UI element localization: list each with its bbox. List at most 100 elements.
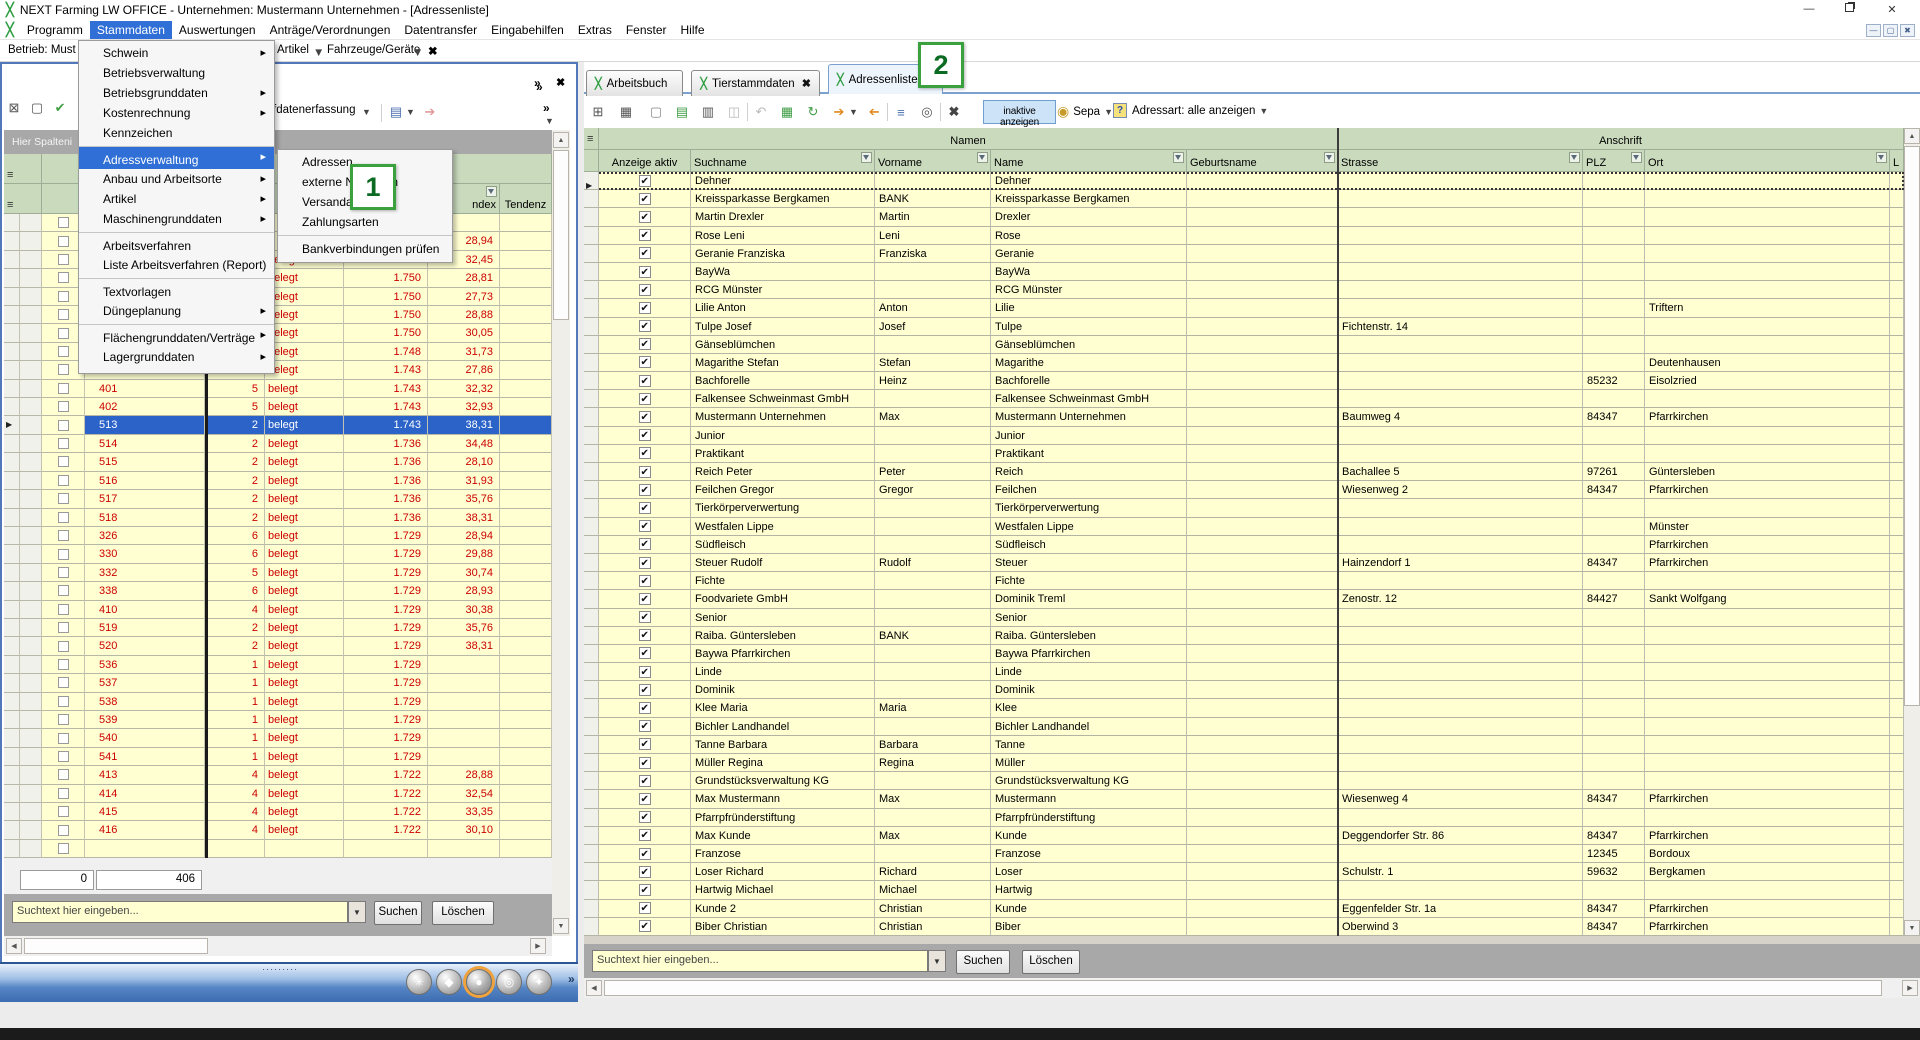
address-row[interactable]: Raiba. Güntersleben BANK Raiba. Güntersl…: [584, 627, 1904, 645]
livestock-row[interactable]: 540 1 belegt 1.729: [4, 729, 552, 747]
row-checkbox[interactable]: [58, 622, 69, 633]
left-vertical-scrollbar[interactable]: ▲ ▼: [552, 130, 570, 936]
address-row[interactable]: Steuer Rudolf Rudolf Steuer Hainzendorf …: [584, 554, 1904, 572]
fahrzeuge-dropdown-icon[interactable]: ▼: [412, 47, 423, 59]
status-species-icon[interactable]: ✦: [526, 969, 552, 995]
anzeige-aktiv-checkbox[interactable]: [639, 356, 651, 368]
anzeige-aktiv-checkbox[interactable]: [639, 666, 651, 678]
row-checkbox[interactable]: [58, 806, 69, 817]
stammdaten-menu-item[interactable]: Textvorlagen: [79, 278, 274, 301]
address-row[interactable]: Klee Maria Maria Klee: [584, 699, 1904, 717]
row-checkbox[interactable]: [58, 456, 69, 467]
address-row[interactable]: Foodvariete GmbH Dominik Treml Zenostr. …: [584, 590, 1904, 608]
stammdaten-menu-item[interactable]: Adressverwaltung: [79, 146, 274, 169]
livestock-row[interactable]: 330 6 belegt 1.729 29,88: [4, 545, 552, 563]
column-header-ort[interactable]: Ort: [1645, 150, 1890, 172]
scroll-down-icon[interactable]: ▼: [553, 918, 569, 934]
edit-sheet-icon[interactable]: ▤: [386, 102, 406, 122]
anzeige-aktiv-checkbox[interactable]: [639, 757, 651, 769]
row-checkbox[interactable]: [58, 512, 69, 523]
livestock-row[interactable]: 539 1 belegt 1.729: [4, 711, 552, 729]
column-header-name[interactable]: Name: [991, 150, 1187, 172]
anzeige-aktiv-checkbox[interactable]: [639, 466, 651, 478]
livestock-row[interactable]: 326 6 belegt 1.729 28,94: [4, 527, 552, 545]
anzeige-aktiv-checkbox[interactable]: [639, 920, 651, 932]
anzeige-aktiv-checkbox[interactable]: [639, 175, 651, 187]
statusbar-grip[interactable]: ·········: [262, 964, 298, 974]
row-checkbox[interactable]: [58, 420, 69, 431]
filter-icon[interactable]: [1569, 152, 1580, 163]
minimize-button[interactable]: —: [1795, 3, 1823, 17]
stammdaten-menu-item[interactable]: Betriebsgrunddaten: [79, 83, 274, 103]
edit-record-icon[interactable]: ▤: [672, 102, 692, 122]
left-vscroll-thumb[interactable]: [553, 150, 569, 320]
row-checkbox[interactable]: [58, 254, 69, 265]
select-empty-icon[interactable]: ▢: [27, 98, 47, 118]
livestock-row[interactable]: 401 5 belegt 1.743 32,32: [4, 380, 552, 398]
row-checkbox[interactable]: [58, 217, 69, 228]
address-row[interactable]: Gänseblümchen Gänseblümchen: [584, 336, 1904, 354]
anzeige-aktiv-checkbox[interactable]: [639, 375, 651, 387]
anzeige-aktiv-checkbox[interactable]: [639, 593, 651, 605]
livestock-row[interactable]: 332 5 belegt 1.729 30,74: [4, 564, 552, 582]
export-dropdown-icon[interactable]: ▼: [849, 107, 858, 117]
anzeige-aktiv-checkbox[interactable]: [639, 575, 651, 587]
anzeige-aktiv-checkbox[interactable]: [639, 793, 651, 805]
grid-menu-icon-right[interactable]: ≡: [584, 128, 599, 150]
panel-close-icon[interactable]: ✖: [556, 76, 565, 89]
livestock-row[interactable]: 402 5 belegt 1.743 32,93: [4, 398, 552, 416]
stammdaten-menu-item[interactable]: Kostenrechnung: [79, 103, 274, 123]
stammdaten-menu-item[interactable]: Arbeitsverfahren: [79, 232, 274, 255]
search-binoculars-icon[interactable]: ◎: [917, 102, 937, 122]
livestock-row[interactable]: 513 2 belegt 1.743 38,31: [4, 416, 552, 434]
row-checkbox[interactable]: [58, 567, 69, 578]
livestock-row[interactable]: 416 4 belegt 1.722 30,10: [4, 821, 552, 839]
address-row[interactable]: Lilie Anton Anton Lilie Triftern: [584, 299, 1904, 317]
menubar-item[interactable]: Datentransfer: [397, 21, 484, 39]
stammdaten-menu-item[interactable]: Liste Arbeitsverfahren (Report): [79, 255, 274, 275]
tab-fahrzeuge-geraete[interactable]: Fahrzeuge/Geräte: [327, 44, 420, 56]
address-row[interactable]: Pfarrpfründerstiftung Pfarrpfründerstift…: [584, 809, 1904, 827]
stammdaten-menu-item[interactable]: Flächengrunddaten/Verträge: [79, 324, 274, 347]
scroll-right-icon[interactable]: ▶: [1902, 980, 1918, 996]
address-row[interactable]: Grundstücksverwaltung KG Grundstücksverw…: [584, 772, 1904, 790]
scroll-left-icon[interactable]: ◀: [586, 980, 602, 996]
livestock-row[interactable]: 536 1 belegt 1.729: [4, 656, 552, 674]
adressverwaltung-submenu-item[interactable]: Bankverbindungen prüfen: [278, 235, 452, 258]
right-vscroll-thumb[interactable]: [1904, 146, 1920, 706]
erfassung-dropdown-icon[interactable]: ▼: [362, 107, 371, 117]
anzeige-aktiv-checkbox[interactable]: [639, 684, 651, 696]
address-row[interactable]: Max Kunde Max Kunde Deggendorfer Str. 86…: [584, 827, 1904, 845]
column-header-plz[interactable]: PLZ: [1583, 150, 1645, 172]
address-row[interactable]: Mustermann Unternehmen Max Mustermann Un…: [584, 408, 1904, 426]
copy-record-icon[interactable]: ▥: [698, 102, 718, 122]
anzeige-aktiv-checkbox[interactable]: [639, 811, 651, 823]
right-vertical-scrollbar[interactable]: ▲ ▼: [1904, 128, 1920, 936]
status-species-icon[interactable]: ●: [466, 969, 492, 995]
row-checkbox[interactable]: [58, 401, 69, 412]
left-horizontal-scrollbar[interactable]: ◀ ▶: [4, 936, 552, 956]
import-icon[interactable]: ➔: [864, 102, 884, 122]
livestock-row[interactable]: 520 2 belegt 1.729 38,31: [4, 637, 552, 655]
address-row[interactable]: Biber Christian Christian Biber Oberwind…: [584, 918, 1904, 936]
menubar-item[interactable]: Auswertungen: [172, 21, 263, 39]
livestock-row[interactable]: 541 1 belegt 1.729: [4, 748, 552, 766]
filter-icon[interactable]: [1876, 152, 1887, 163]
row-checkbox[interactable]: [58, 825, 69, 836]
row-checkbox[interactable]: [58, 438, 69, 449]
column-header-tendenz[interactable]: Tendenz: [500, 184, 552, 214]
row-checkbox[interactable]: [58, 309, 69, 320]
column-header-land[interactable]: L: [1890, 150, 1904, 172]
row-checkbox[interactable]: [58, 364, 69, 375]
menubar-item[interactable]: Anträge/Verordnungen: [263, 21, 398, 39]
row-checkbox[interactable]: [58, 291, 69, 302]
fit-columns-icon[interactable]: ⊞: [588, 102, 608, 122]
row-checkbox[interactable]: [58, 641, 69, 652]
edit-sheet-dropdown-icon[interactable]: ▼: [406, 107, 415, 117]
left-search-dropdown-icon[interactable]: ▼: [348, 901, 366, 923]
row-checkbox[interactable]: [58, 530, 69, 541]
address-row[interactable]: Dehner Dehner: [584, 172, 1904, 190]
row-checkbox[interactable]: [58, 769, 69, 780]
grid-menu-icon[interactable]: ≡: [4, 154, 42, 184]
document-tab[interactable]: ╳ Arbeitsbuch: [586, 70, 683, 96]
